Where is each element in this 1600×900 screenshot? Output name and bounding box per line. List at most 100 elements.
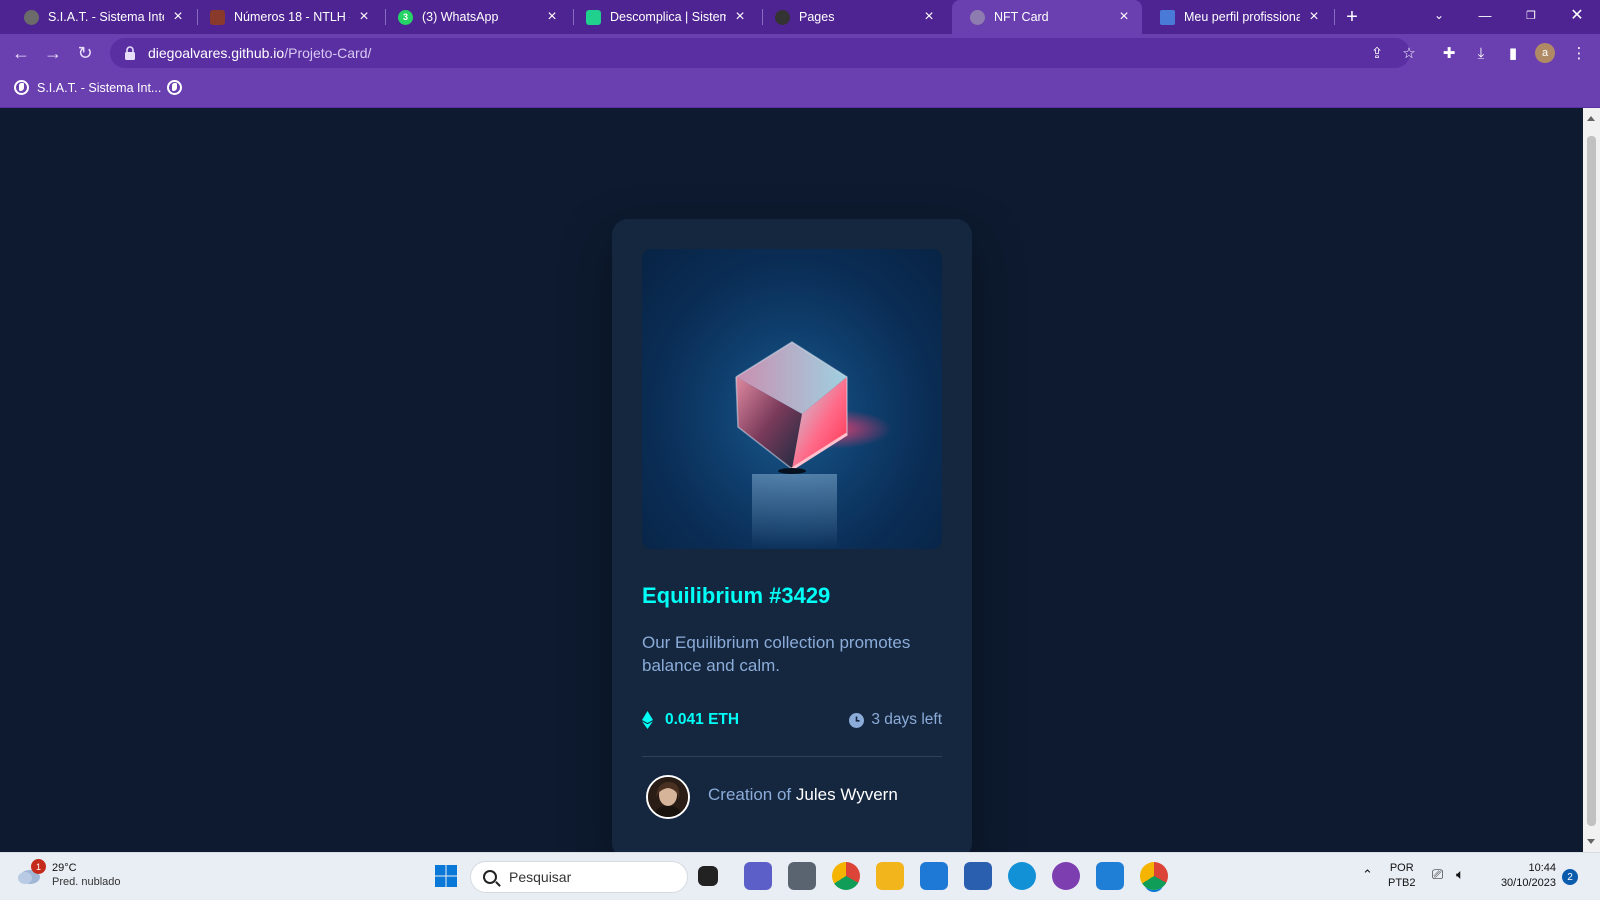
creator-line: Creation of Jules Wyvern [708, 785, 898, 805]
tab-perfil[interactable]: Meu perfil profissional × [1142, 0, 1332, 34]
language-code: POR [1389, 862, 1414, 874]
browser-toolbar: ← → ↻ diegoalvares.github.io/Projeto-Car… [0, 34, 1600, 72]
extensions-icon[interactable]: ✚ [1436, 40, 1462, 66]
close-icon[interactable]: × [732, 8, 748, 25]
file-explorer-icon[interactable] [876, 862, 904, 890]
windows-start-icon[interactable] [432, 862, 460, 890]
network-icon[interactable]: ⎚ [1432, 867, 1443, 882]
tab-siat[interactable]: S.I.A.T. - Sistema Integr × [6, 0, 196, 34]
new-tab-button[interactable]: + [1340, 5, 1364, 29]
volume-icon[interactable]: 🔈︎ [1456, 867, 1464, 882]
close-icon[interactable]: × [356, 8, 372, 25]
nft-image[interactable] [642, 249, 942, 549]
descomplica-icon [586, 9, 601, 25]
whatsapp-icon: 3 [398, 9, 413, 25]
tab-descomplica[interactable]: Descomplica | Sistema × [568, 0, 758, 34]
clock-widget[interactable]: 10:44 30/10/2023 [1494, 861, 1556, 891]
calculator-icon[interactable] [788, 862, 816, 890]
search-icon [483, 870, 497, 884]
language-indicator[interactable]: POR PTB2 [1388, 861, 1416, 891]
github-desktop-icon[interactable] [1052, 862, 1080, 890]
taskbar-search[interactable]: Pesquisar [470, 861, 688, 893]
clock-date: 30/10/2023 [1500, 877, 1556, 889]
weather-badge: 1 [31, 859, 46, 874]
tab-title: NFT Card [994, 10, 1049, 24]
creator-name[interactable]: Jules Wyvern [796, 785, 898, 804]
globe-icon [167, 80, 182, 95]
edge-icon[interactable] [1008, 862, 1036, 890]
bookmark-star-icon[interactable]: ☆ [1396, 40, 1422, 66]
tab-numeros[interactable]: Números 18 - NTLH - × [192, 0, 382, 34]
close-icon[interactable]: × [1306, 8, 1322, 25]
scroll-down-arrow[interactable] [1587, 839, 1595, 844]
windows-taskbar: 29°C Pred. nublado 1 Pesquisar ⌃ POR PTB… [0, 852, 1600, 900]
clock-time: 10:44 [1528, 862, 1556, 874]
keyboard-layout: PTB2 [1388, 877, 1416, 889]
close-icon[interactable]: × [170, 8, 186, 25]
tab-whatsapp[interactable]: 3 (3) WhatsApp × [380, 0, 570, 34]
book-icon [210, 9, 225, 25]
share-icon[interactable]: ⇪ [1364, 40, 1390, 66]
show-hidden-icons-button[interactable]: ⌃ [1362, 867, 1373, 882]
creator-avatar [646, 775, 690, 819]
teams-chat-icon[interactable] [744, 862, 772, 890]
bookmark-globe[interactable] [167, 80, 190, 95]
tab-title: Meu perfil profissional [1184, 10, 1300, 24]
mail-icon[interactable] [920, 862, 948, 890]
reload-button[interactable]: ↻ [72, 40, 98, 66]
clock-icon [849, 712, 865, 728]
url-text: diegoalvares.github.io/Projeto-Card/ [148, 45, 371, 61]
nft-price: 0.041 ETH [642, 711, 739, 729]
tab-pages[interactable]: Pages × [757, 0, 947, 34]
weather-description: Pred. nublado [52, 876, 121, 888]
chrome-profile-icon[interactable] [1140, 862, 1168, 890]
restore-button[interactable]: ❐ [1508, 0, 1554, 30]
close-window-button[interactable]: ✕ [1554, 0, 1600, 30]
chrome-icon[interactable] [832, 862, 860, 890]
minimize-button[interactable]: — [1462, 0, 1508, 30]
close-icon[interactable]: × [921, 8, 937, 25]
crystal-cube-image [735, 341, 892, 549]
tab-search-button[interactable]: ⌄ [1416, 0, 1462, 30]
notification-badge[interactable]: 2 [1562, 869, 1578, 885]
tab-title: (3) WhatsApp [422, 10, 499, 24]
scrollbar-thumb[interactable] [1587, 136, 1596, 826]
tab-title: Descomplica | Sistema [610, 10, 726, 24]
bookmark-label: S.I.A.T. - Sistema Int... [37, 80, 162, 95]
close-icon[interactable]: × [1116, 8, 1132, 25]
profile-page-icon [1160, 9, 1175, 25]
forward-button[interactable]: → [40, 40, 66, 66]
bookmark-siat[interactable]: S.I.A.T. - Sistema Int... [14, 80, 161, 95]
globe-icon [14, 80, 29, 95]
menu-icon[interactable]: ⋮ [1566, 40, 1592, 66]
tab-title: S.I.A.T. - Sistema Integr [48, 10, 164, 24]
tab-nft-card[interactable]: NFT Card × [952, 0, 1142, 34]
microsoft-store-icon[interactable] [964, 862, 992, 890]
creator-prefix: Creation of [708, 785, 792, 804]
download-icon[interactable]: ⤓ [1468, 40, 1494, 66]
address-bar[interactable]: diegoalvares.github.io/Projeto-Card/ [110, 38, 1410, 68]
weather-temperature: 29°C [52, 862, 77, 874]
tab-title: Números 18 - NTLH - [234, 10, 350, 24]
nft-card: Equilibrium #3429 Our Equilibrium collec… [612, 219, 972, 859]
search-placeholder: Pesquisar [509, 869, 572, 885]
side-panel-icon[interactable]: ▮ [1500, 40, 1526, 66]
time-left-value: 3 days left [871, 711, 942, 728]
url-path: /Projeto-Card/ [284, 45, 372, 61]
windows-logo-icon [435, 865, 457, 887]
bookmarks-bar: S.I.A.T. - Sistema Int... [0, 72, 1600, 108]
lock-icon [125, 46, 135, 60]
nft-title[interactable]: Equilibrium #3429 [642, 583, 830, 609]
tab-title: Pages [799, 10, 835, 24]
back-button[interactable]: ← [8, 40, 34, 66]
page-scrollbar[interactable] [1583, 108, 1600, 852]
ethereum-icon [642, 711, 653, 729]
close-icon[interactable]: × [544, 8, 560, 25]
task-view-icon[interactable] [698, 866, 718, 886]
price-value: 0.041 ETH [665, 711, 740, 728]
scroll-up-arrow[interactable] [1587, 116, 1595, 121]
profile-avatar[interactable]: a [1535, 43, 1555, 63]
vscode-icon[interactable] [1096, 862, 1124, 890]
card-divider [642, 756, 942, 757]
globe-icon [24, 9, 39, 25]
